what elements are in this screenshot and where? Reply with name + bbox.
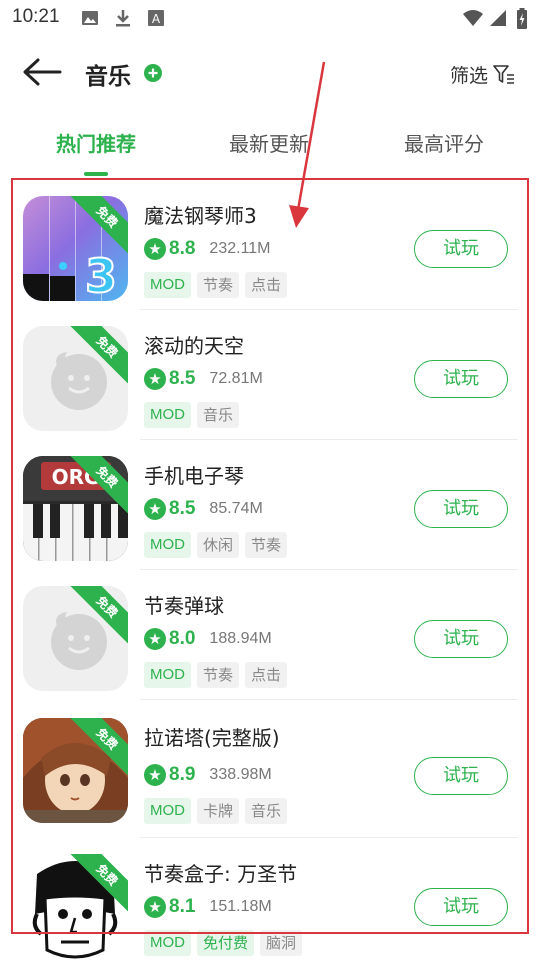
list-item[interactable]: 免费 滚动的天空 ★ 8.5 72.81M MOD 音乐 试玩 (0, 310, 540, 440)
try-play-button[interactable]: 试玩 (414, 490, 508, 528)
list-item[interactable]: 免费 节奏盒子: 万圣节 ★ 8.1 151.18M MOD 免付费 脑洞 试玩 (0, 838, 540, 960)
tag-list: MOD 卡牌 音乐 (144, 798, 288, 824)
tag: MOD (144, 662, 191, 688)
star-icon: ★ (144, 896, 166, 918)
try-play-button[interactable]: 试玩 (414, 360, 508, 398)
app-name: 节奏弹球 (144, 594, 224, 618)
tag: 免付费 (197, 930, 255, 956)
tag: MOD (144, 272, 191, 298)
app-name: 手机电子琴 (144, 464, 244, 488)
tag: MOD (144, 798, 191, 824)
star-icon: ★ (144, 764, 166, 786)
status-bar: 10:21 A (0, 0, 540, 38)
star-icon: ★ (144, 628, 166, 650)
app-size: 72.81M (209, 370, 263, 387)
app-score: 8.0 (169, 628, 196, 649)
tag-list: MOD 免付费 脑洞 (144, 930, 303, 956)
image-notification-icon (82, 11, 98, 25)
tag-list: MOD 休闲 节奏 (144, 532, 288, 558)
svg-text:3: 3 (85, 249, 117, 301)
back-arrow-icon[interactable] (20, 56, 64, 88)
tag: 节奏 (197, 272, 240, 298)
divider (140, 699, 518, 700)
placeholder-app-icon: 免费 (23, 326, 128, 431)
download-icon (116, 10, 130, 27)
list-item[interactable]: 免费 节奏弹球 ★ 8.0 188.94M MOD 节奏 点击 试玩 (0, 570, 540, 700)
try-play-button[interactable]: 试玩 (414, 230, 508, 268)
try-play-button[interactable]: 试玩 (414, 757, 508, 795)
battery-icon (517, 8, 527, 29)
rating-line: ★ 8.5 85.74M (144, 496, 263, 522)
app-size: 188.94M (209, 630, 272, 647)
org-keyboard-icon: ORG 免费 (23, 456, 128, 561)
app-score: 8.1 (169, 896, 196, 917)
app-name: 魔法钢琴师3 (144, 204, 257, 228)
filter-icon (493, 65, 515, 84)
star-icon: ★ (144, 368, 166, 390)
tag: 音乐 (197, 402, 240, 428)
status-time: 10:21 (12, 6, 60, 27)
app-score: 8.9 (169, 764, 196, 785)
tag-list: MOD 节奏 点击 (144, 662, 288, 688)
app-score: 8.5 (169, 498, 196, 519)
app-size: 338.98M (209, 766, 272, 783)
list-item[interactable]: 3 免费 魔法钢琴师3 ★ 8.8 232.11M MOD 节奏 点击 试玩 (0, 180, 540, 310)
tag: MOD (144, 532, 191, 558)
rating-line: ★ 8.5 72.81M (144, 366, 263, 392)
try-play-button[interactable]: 试玩 (414, 888, 508, 926)
tab-latest-update[interactable]: 最新更新 (194, 128, 344, 157)
header: 音乐 筛选 (0, 38, 540, 108)
tag-list: MOD 音乐 (144, 402, 240, 428)
app-name: 拉诺塔(完整版) (144, 726, 280, 750)
app-list: 3 免费 魔法钢琴师3 ★ 8.8 232.11M MOD 节奏 点击 试玩 免… (0, 180, 540, 960)
star-icon: ★ (144, 498, 166, 520)
tag-list: MOD 节奏 点击 (144, 272, 288, 298)
category-tabs: 热门推荐 最新更新 最高评分 (0, 120, 540, 180)
svg-text:A: A (152, 12, 161, 26)
app-size: 151.18M (209, 898, 272, 915)
tag: 节奏 (245, 532, 288, 558)
tag: 音乐 (245, 798, 288, 824)
add-circle-icon[interactable] (144, 64, 162, 82)
tab-top-rated[interactable]: 最高评分 (369, 128, 519, 157)
rating-line: ★ 8.1 151.18M (144, 894, 272, 920)
placeholder-app-icon: 免费 (23, 586, 128, 691)
font-notification-icon: A (148, 10, 164, 26)
tag: 脑洞 (260, 930, 303, 956)
piano-tiles-icon: 3 免费 (23, 196, 128, 301)
tag: MOD (144, 402, 191, 428)
signal-icon (490, 10, 506, 26)
filter-button[interactable]: 筛选 (450, 60, 516, 88)
rating-line: ★ 8.9 338.98M (144, 762, 272, 788)
app-score: 8.8 (169, 238, 196, 259)
app-score: 8.5 (169, 368, 196, 389)
tab-hot-recommend[interactable]: 热门推荐 (21, 128, 171, 157)
tag: 卡牌 (197, 798, 240, 824)
active-tab-indicator (84, 172, 108, 176)
filter-label: 筛选 (450, 64, 489, 87)
list-item[interactable]: ORG 免费 手机电子琴 ★ 8.5 85.74M MOD 休闲 节奏 试玩 (0, 440, 540, 570)
tag: 点击 (245, 662, 288, 688)
list-item[interactable]: 免费 拉诺塔(完整版) ★ 8.9 338.98M MOD 卡牌 音乐 试玩 (0, 702, 540, 838)
star-icon: ★ (144, 238, 166, 260)
lanota-girl-icon: 免费 (23, 718, 128, 823)
incredibox-face-icon: 免费 (23, 854, 128, 959)
app-size: 232.11M (209, 240, 271, 257)
wifi-icon (463, 10, 483, 26)
rating-line: ★ 8.0 188.94M (144, 626, 272, 652)
app-name: 节奏盒子: 万圣节 (144, 862, 298, 886)
app-name: 滚动的天空 (144, 334, 244, 358)
rating-line: ★ 8.8 232.11M (144, 236, 271, 262)
tag: 休闲 (197, 532, 240, 558)
app-size: 85.74M (209, 500, 263, 517)
tag: MOD (144, 930, 191, 956)
try-play-button[interactable]: 试玩 (414, 620, 508, 658)
tag: 节奏 (197, 662, 240, 688)
page-title: 音乐 (85, 64, 131, 90)
tag: 点击 (245, 272, 288, 298)
